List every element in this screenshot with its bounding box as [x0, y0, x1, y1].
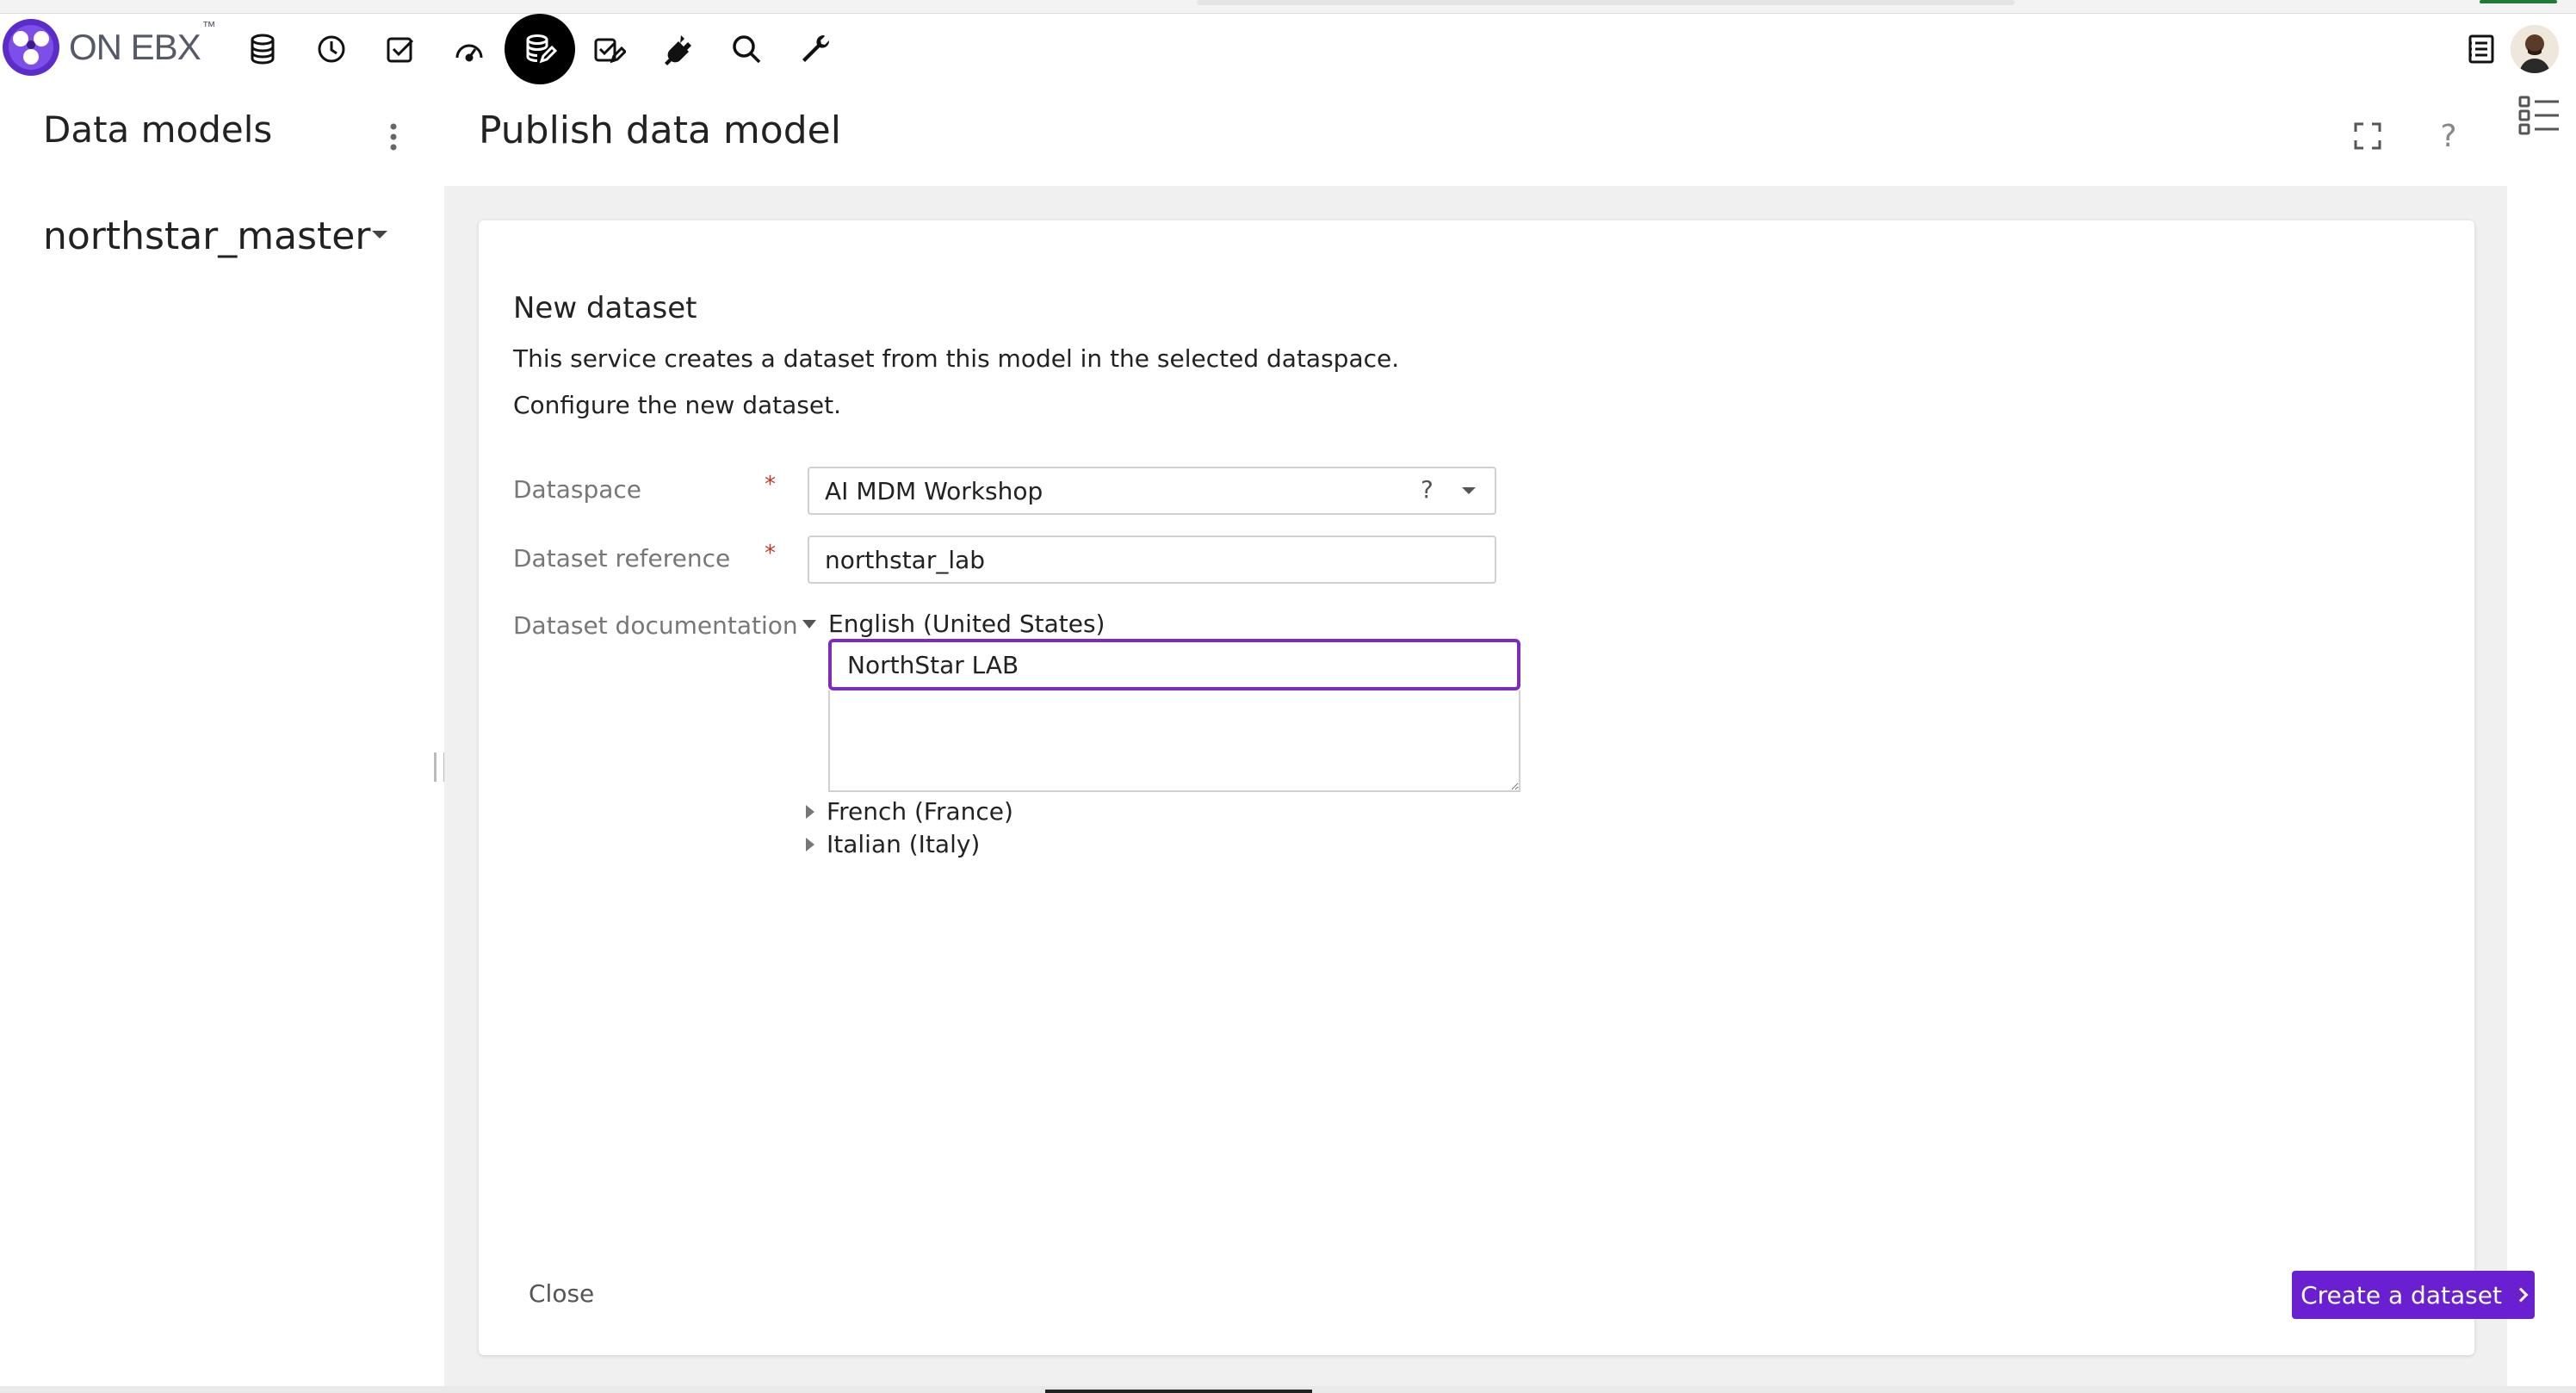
- configure-instruction: Configure the new dataset.: [513, 391, 841, 419]
- tool-tasks[interactable]: [370, 19, 430, 79]
- tool-history[interactable]: [301, 19, 362, 79]
- tool-database[interactable]: [232, 19, 293, 79]
- required-marker: *: [765, 541, 776, 566]
- close-button[interactable]: Close: [529, 1279, 594, 1308]
- dataset-reference-input[interactable]: [808, 536, 1496, 584]
- language-label: Italian (Italy): [827, 830, 981, 858]
- sidebar-more-button[interactable]: [372, 115, 415, 158]
- create-dataset-button[interactable]: Create a dataset: [2292, 1271, 2535, 1319]
- expand-down-icon: [802, 619, 816, 628]
- tool-dashboard[interactable]: [439, 19, 499, 79]
- documentation-description-textarea[interactable]: [828, 690, 1520, 792]
- service-description: This service creates a dataset from this…: [513, 344, 1400, 373]
- list-view-icon: [2518, 96, 2559, 135]
- data-models-sidebar: Data models northstar_master: [0, 81, 446, 1393]
- tool-data-model[interactable]: [505, 14, 575, 84]
- language-toggle-french[interactable]: French (France): [802, 797, 1013, 826]
- tool-search[interactable]: [716, 19, 777, 79]
- fullscreen-icon: [2354, 122, 2381, 150]
- chevron-down-icon: [1462, 487, 1476, 494]
- task-check-icon: [387, 37, 414, 63]
- language-label: English (United States): [828, 610, 1105, 638]
- dashboard-icon: [455, 44, 483, 62]
- bottom-edge: [0, 1386, 2576, 1393]
- main-toolbar: ON EBX ™: [0, 14, 2576, 84]
- language-toggle-italian[interactable]: Italian (Italy): [802, 830, 980, 858]
- page-title: Publish data model: [479, 108, 841, 152]
- wrench-icon: [802, 34, 830, 62]
- dataset-documentation-label: Dataset documentation: [513, 611, 798, 640]
- required-marker: *: [765, 472, 776, 498]
- list-view-button[interactable]: [2514, 90, 2566, 141]
- workflow-icon: [594, 38, 626, 64]
- selected-model-label: northstar_master: [43, 214, 371, 258]
- data-model-icon: [526, 34, 557, 64]
- ebx-logo-text: ON EBX ™: [69, 20, 216, 67]
- tool-plugins[interactable]: [647, 19, 708, 79]
- search-icon: [733, 35, 761, 64]
- user-avatar-icon: [2511, 25, 2559, 73]
- history-icon: [318, 35, 345, 63]
- toolbar-right-group: [2450, 19, 2576, 79]
- top-edge: [0, 0, 2576, 14]
- expand-right-icon: [806, 804, 814, 819]
- tool-workflow[interactable]: [579, 19, 639, 79]
- top-status-indicator: [2480, 0, 2557, 3]
- fullscreen-button[interactable]: [2342, 110, 2393, 162]
- dataspace-value: AI MDM Workshop: [825, 477, 1043, 505]
- documentation-label-input[interactable]: [828, 639, 1520, 690]
- create-dataset-label: Create a dataset: [2300, 1280, 2502, 1309]
- ebx-logo-mark-icon: [3, 19, 59, 76]
- top-scroll-indicator: [1197, 0, 2015, 5]
- language-toggle-english[interactable]: English (United States): [802, 610, 1105, 638]
- ebx-logo[interactable]: ON EBX ™: [0, 15, 216, 79]
- task-list-button[interactable]: [2450, 19, 2511, 79]
- sidebar-title: Data models: [43, 108, 273, 151]
- avatar[interactable]: [2511, 25, 2559, 73]
- chevron-down-icon: [372, 231, 387, 238]
- more-vertical-icon: [390, 123, 397, 151]
- help-button[interactable]: ?: [2423, 110, 2474, 162]
- task-list-icon: [2468, 34, 2494, 64]
- dataspace-select[interactable]: AI MDM Workshop ?: [808, 467, 1496, 515]
- tool-admin[interactable]: [785, 19, 845, 79]
- publish-dialog-panel: New dataset This service creates a datas…: [479, 220, 2535, 1355]
- chevron-right-icon: [2513, 1287, 2529, 1303]
- database-icon: [251, 34, 275, 65]
- app-window: ON EBX ™ Data models northstar_master Pu…: [0, 0, 2576, 1393]
- plugin-icon: [665, 35, 691, 65]
- dataset-reference-label: Dataset reference: [513, 544, 731, 573]
- data-model-selector[interactable]: northstar_master: [43, 210, 405, 262]
- expand-right-icon: [806, 837, 814, 851]
- language-label: French (France): [827, 797, 1013, 826]
- section-title: New dataset: [513, 291, 697, 325]
- dataspace-label: Dataspace: [513, 475, 641, 504]
- dataspace-help-icon[interactable]: ?: [1421, 475, 1434, 504]
